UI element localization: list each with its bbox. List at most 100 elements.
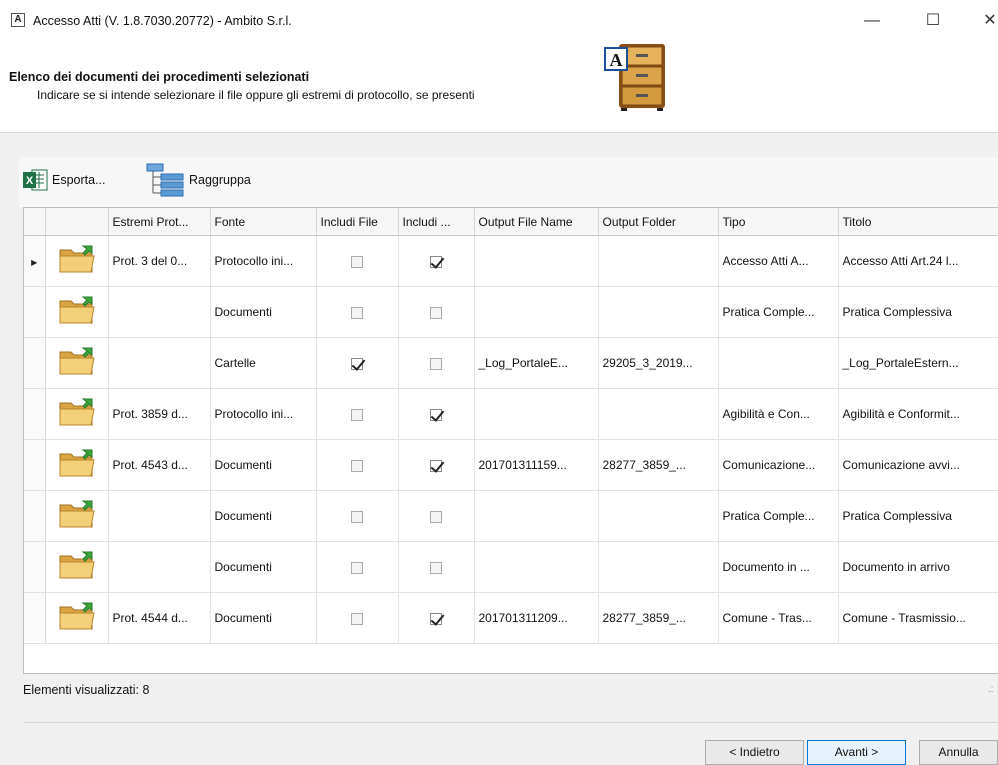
column-header-estremi[interactable]: Estremi Prot...: [108, 208, 211, 236]
includi-prot-checkbox[interactable]: [430, 612, 442, 625]
cell-output-folder[interactable]: 28277_3859_...: [598, 592, 719, 644]
row-folder-cell[interactable]: [45, 337, 109, 389]
row-folder-cell[interactable]: [45, 541, 109, 593]
cell-tipo[interactable]: Pratica Comple...: [718, 286, 839, 338]
cell-titolo[interactable]: Agibilità e Conformit...: [838, 388, 998, 440]
includi-prot-checkbox[interactable]: [430, 459, 442, 472]
cell-output-file-name[interactable]: [474, 541, 599, 593]
cell-estremi[interactable]: Prot. 4543 d...: [108, 439, 211, 491]
cell-fonte[interactable]: Documenti: [210, 439, 317, 491]
column-header-tipo[interactable]: Tipo: [718, 208, 839, 236]
row-indicator[interactable]: [24, 541, 46, 593]
row-folder-cell[interactable]: [45, 592, 109, 644]
column-header-includi-file[interactable]: Includi File: [316, 208, 399, 236]
cell-output-file-name[interactable]: [474, 388, 599, 440]
column-header-includi-prot[interactable]: Includi ...: [398, 208, 475, 236]
includi-file-checkbox[interactable]: [351, 408, 363, 421]
cell-tipo[interactable]: Agibilità e Con...: [718, 388, 839, 440]
cell-tipo[interactable]: [718, 337, 839, 389]
cell-output-folder[interactable]: [598, 541, 719, 593]
cell-output-folder[interactable]: [598, 286, 719, 338]
row-folder-cell[interactable]: [45, 490, 109, 542]
includi-prot-checkbox[interactable]: [430, 357, 442, 370]
cell-estremi[interactable]: [108, 286, 211, 338]
group-button[interactable]: Raggruppa: [145, 163, 251, 197]
table-row[interactable]: Documenti Pratica Comple... Pratica Comple…: [24, 286, 998, 338]
cell-estremi[interactable]: [108, 490, 211, 542]
cell-fonte[interactable]: Documenti: [210, 490, 317, 542]
cell-titolo[interactable]: Accesso Atti Art.24 l...: [838, 235, 998, 287]
cell-includi-file[interactable]: [316, 286, 399, 338]
cell-tipo[interactable]: Pratica Comple...: [718, 490, 839, 542]
row-folder-cell[interactable]: [45, 439, 109, 491]
cell-output-file-name[interactable]: [474, 235, 599, 287]
row-folder-cell[interactable]: [45, 388, 109, 440]
includi-file-checkbox[interactable]: [351, 255, 363, 268]
includi-file-checkbox[interactable]: [351, 612, 363, 625]
cell-includi-file[interactable]: [316, 592, 399, 644]
cell-titolo[interactable]: Comunicazione avvi...: [838, 439, 998, 491]
column-header-output-file-name[interactable]: Output File Name: [474, 208, 599, 236]
cell-includi-file[interactable]: [316, 388, 399, 440]
cell-output-file-name[interactable]: _Log_PortaleE...: [474, 337, 599, 389]
row-indicator[interactable]: [24, 337, 46, 389]
cell-output-folder[interactable]: 29205_3_2019...: [598, 337, 719, 389]
cell-estremi[interactable]: Prot. 3859 d...: [108, 388, 211, 440]
cell-fonte[interactable]: Documenti: [210, 592, 317, 644]
row-indicator[interactable]: [24, 592, 46, 644]
close-button[interactable]: ✕: [975, 8, 998, 34]
cell-tipo[interactable]: Comunicazione...: [718, 439, 839, 491]
cell-includi-prot[interactable]: [398, 592, 475, 644]
row-folder-cell[interactable]: [45, 286, 109, 338]
cell-output-folder[interactable]: [598, 388, 719, 440]
cell-output-file-name[interactable]: [474, 286, 599, 338]
includi-prot-checkbox[interactable]: [430, 306, 442, 319]
cell-titolo[interactable]: Documento in arrivo: [838, 541, 998, 593]
includi-file-checkbox[interactable]: [351, 459, 363, 472]
cell-estremi[interactable]: [108, 541, 211, 593]
cell-output-file-name[interactable]: 201701311209...: [474, 592, 599, 644]
cell-includi-file[interactable]: [316, 337, 399, 389]
next-button[interactable]: Avanti >: [807, 740, 906, 765]
cell-includi-prot[interactable]: [398, 286, 475, 338]
row-indicator[interactable]: [24, 490, 46, 542]
cell-titolo[interactable]: _Log_PortaleEstern...: [838, 337, 998, 389]
row-indicator[interactable]: [24, 439, 46, 491]
column-header-fonte[interactable]: Fonte: [210, 208, 317, 236]
includi-prot-checkbox[interactable]: [430, 510, 442, 523]
cell-includi-file[interactable]: [316, 439, 399, 491]
cell-tipo[interactable]: Accesso Atti A...: [718, 235, 839, 287]
cell-output-folder[interactable]: [598, 490, 719, 542]
table-row[interactable]: Documenti Pratica Comple... Pratica Comple…: [24, 490, 998, 542]
column-header-output-folder[interactable]: Output Folder: [598, 208, 719, 236]
cell-includi-file[interactable]: [316, 235, 399, 287]
cell-output-file-name[interactable]: 201701311159...: [474, 439, 599, 491]
cell-includi-prot[interactable]: [398, 337, 475, 389]
back-button[interactable]: < Indietro: [705, 740, 804, 765]
resize-grip[interactable]: .:: [988, 684, 994, 695]
cell-output-folder[interactable]: [598, 235, 719, 287]
includi-file-checkbox[interactable]: [351, 357, 363, 370]
table-row[interactable]: Prot. 4543 d... Documenti 201701311159... 2…: [24, 439, 998, 491]
cell-includi-prot[interactable]: [398, 439, 475, 491]
cell-includi-prot[interactable]: [398, 388, 475, 440]
table-row[interactable]: Prot. 3859 d... Protocollo ini... Agibilit…: [24, 388, 998, 440]
cell-fonte[interactable]: Documenti: [210, 541, 317, 593]
cell-titolo[interactable]: Pratica Complessiva: [838, 490, 998, 542]
cell-fonte[interactable]: Cartelle: [210, 337, 317, 389]
maximize-button[interactable]: ☐: [918, 8, 948, 34]
minimize-button[interactable]: —: [857, 8, 887, 34]
cell-estremi[interactable]: Prot. 4544 d...: [108, 592, 211, 644]
cell-includi-prot[interactable]: [398, 541, 475, 593]
includi-prot-checkbox[interactable]: [430, 255, 442, 268]
cell-titolo[interactable]: Comune - Trasmissio...: [838, 592, 998, 644]
cell-output-folder[interactable]: 28277_3859_...: [598, 439, 719, 491]
table-row[interactable]: Cartelle _Log_PortaleE... 29205_3_2019... _…: [24, 337, 998, 389]
column-header-titolo[interactable]: Titolo: [838, 208, 998, 236]
cell-tipo[interactable]: Documento in ...: [718, 541, 839, 593]
table-row[interactable]: Prot. 4544 d... Documenti 201701311209... 2…: [24, 592, 998, 644]
cell-includi-prot[interactable]: [398, 235, 475, 287]
cell-output-file-name[interactable]: [474, 490, 599, 542]
cell-includi-file[interactable]: [316, 490, 399, 542]
row-indicator[interactable]: ▶: [24, 235, 46, 287]
